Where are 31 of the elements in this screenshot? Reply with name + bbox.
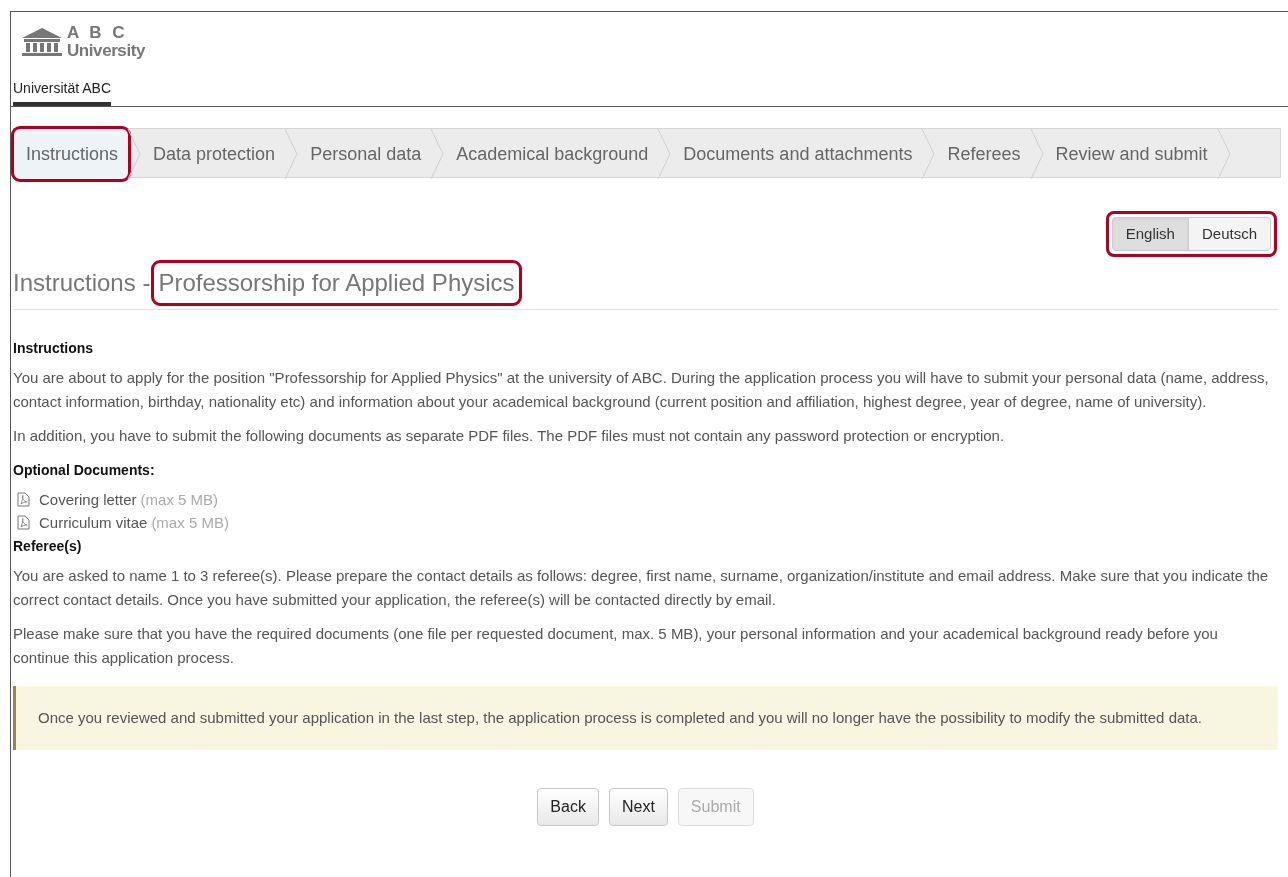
language-button[interactable]: English — [1111, 217, 1189, 251]
nav-link[interactable]: Universität ABC — [13, 78, 112, 106]
document-name: Curriculum vitae — [39, 513, 148, 533]
form-button[interactable]: Next — [608, 788, 668, 826]
paragraph: Please make sure that you have the required documents (one file per requested document, max. 5 MB), your personal information and your academical background ready before you continue this application process. — [13, 624, 1219, 668]
paragraph: You are asked to name 1 to 3 referee(s). Please prepare the contact details as follows: degree, first name, surname, organization/institute and email address. Make sure that you indicate the correct contact details. Once you have submitted your application, the referee(s) will be contacted directly by email. — [13, 566, 1270, 610]
pdf-file-icon — [17, 515, 30, 530]
section-heading: Instructions — [13, 339, 95, 358]
step-tab[interactable]: Referees — [935, 129, 1031, 179]
step-tab[interactable]: Review and submit — [1043, 129, 1218, 179]
form-button[interactable]: Back — [537, 788, 599, 826]
step-tab[interactable]: Instructions — [14, 129, 129, 179]
building-logo-icon — [21, 27, 63, 57]
size-limit: (max 5 MB) — [151, 513, 229, 533]
section-heading: Optional Documents: — [13, 461, 156, 480]
document-name: Covering letter — [39, 490, 137, 510]
size-limit: (max 5 MB) — [140, 490, 219, 510]
step-tab[interactable]: Data protection — [141, 129, 286, 179]
position-title: Professorship for Applied Physics — [154, 263, 519, 303]
page-title: Instructions - — [13, 268, 151, 298]
logo-text: A B C — [67, 24, 129, 42]
logo-text: University — [67, 42, 145, 60]
step-tab[interactable]: Academical background — [444, 129, 659, 179]
pdf-file-icon — [17, 492, 30, 507]
paragraph: In addition, you have to submit the following documents as separate PDF files. The PDF files must not contain any password protection or encryption. — [13, 426, 1006, 446]
step-tab[interactable]: Personal data — [298, 129, 432, 179]
language-button[interactable]: Deutsch — [1187, 217, 1271, 251]
step-tab[interactable]: Documents and attachments — [671, 129, 923, 179]
paragraph: You are about to apply for the position "Professorship for Applied Physics" at the university of ABC. During the application process you will have to submit your personal data (name, address, contact information, birthday, nationality etc) and information about your academical background (current position and affiliation, highest degree, year of degree, name of university). — [13, 368, 1270, 412]
section-heading: Referee(s) — [13, 537, 83, 556]
notice-box: Once you reviewed and submitted your application in the last step, the application process is completed and you will no longer have the possibility to modify the submitted data. — [13, 686, 1278, 750]
